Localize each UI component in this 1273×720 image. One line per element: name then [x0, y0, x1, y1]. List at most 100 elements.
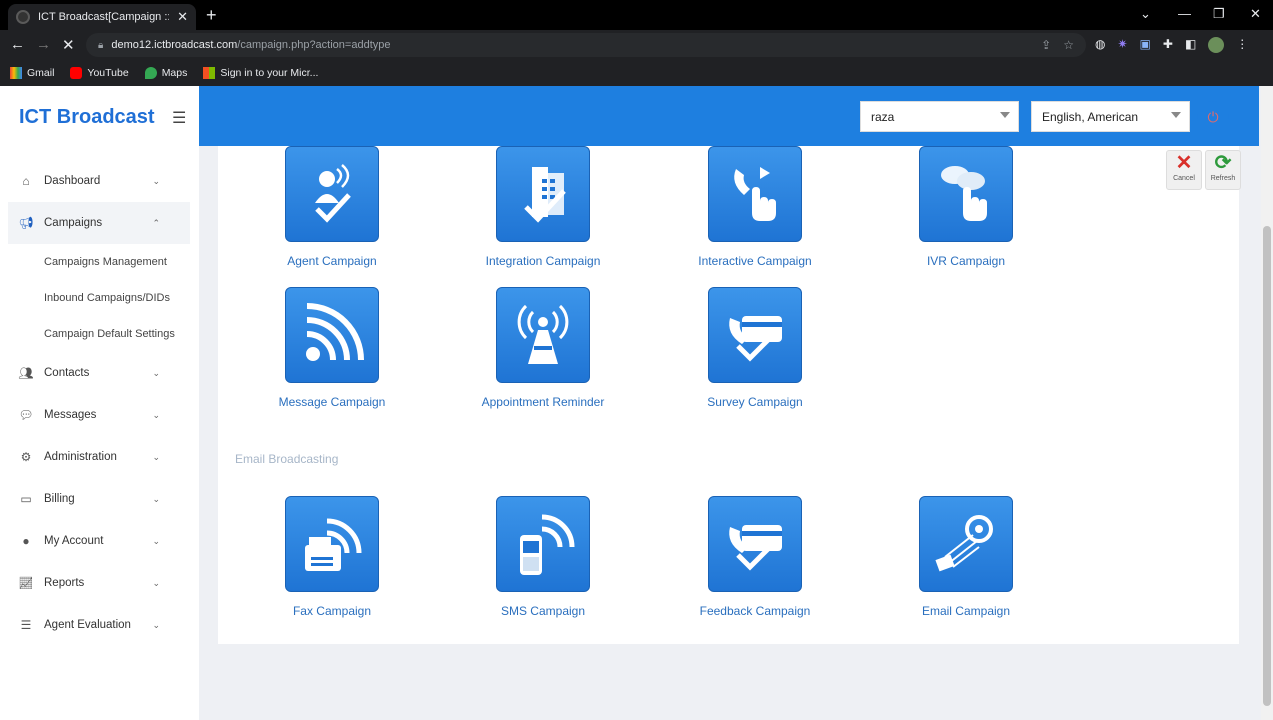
tab-search-icon[interactable]: ⌄ — [1140, 6, 1151, 22]
top-header: raza English, American ⏻ — [199, 86, 1259, 146]
new-tab-button[interactable]: + — [206, 5, 217, 26]
tile-label: Survey Campaign — [707, 395, 803, 409]
tile-label: Fax Campaign — [292, 604, 372, 618]
close-tab-icon[interactable]: ✕ — [177, 9, 188, 25]
hamburger-icon[interactable]: ☰ — [172, 108, 186, 128]
message-campaign-tile[interactable]: Message Campaign — [252, 287, 412, 409]
bookmark-maps[interactable]: Maps — [144, 67, 187, 79]
sidebar-item-contacts[interactable]: 👥︎ Contacts ⌄ — [8, 352, 190, 394]
sidebar-item-my-account[interactable]: ● My Account ⌄ — [8, 520, 190, 562]
window-close-icon[interactable]: ✕ — [1250, 6, 1261, 22]
stop-reload-icon[interactable]: ✕ — [62, 36, 75, 54]
lock-icon: 🔒︎ — [98, 39, 104, 51]
appointment-reminder-tile[interactable]: Appointment Reminder — [463, 287, 623, 409]
feedback-campaign-tile[interactable]: Feedback Campaign — [675, 496, 835, 618]
tile-label: Integration Campaign — [485, 254, 601, 268]
loading-icon — [16, 10, 30, 24]
bookmark-gmail[interactable]: Gmail — [10, 67, 54, 79]
sidepanel-icon[interactable]: ◧ — [1185, 37, 1196, 53]
brand-logo[interactable]: ICT Broadcast — [19, 106, 155, 129]
email-campaign-tile[interactable]: Email Campaign — [886, 496, 1046, 618]
address-bar[interactable]: 🔒︎ demo12.ictbroadcast.com /campaign.php… — [86, 33, 1086, 57]
chat-hand-icon — [919, 146, 1013, 242]
share-icon[interactable]: ⇪ — [1041, 38, 1051, 52]
submenu-inbound-campaigns[interactable]: Inbound Campaigns/DIDs — [8, 280, 190, 316]
globe-icon[interactable]: ◍ — [1095, 37, 1105, 53]
close-icon: ✕ — [1175, 152, 1193, 174]
tile-label: Feedback Campaign — [699, 604, 811, 618]
sidebar-item-agent-evaluation[interactable]: ☰ Agent Evaluation ⌄ — [8, 604, 190, 646]
sidebar-item-dashboard[interactable]: ⌂ Dashboard ⌄ — [8, 160, 190, 202]
comments-icon: 💬︎ — [18, 408, 34, 422]
chevron-down-icon: ⌄ — [152, 451, 160, 462]
youtube-icon — [70, 67, 83, 79]
scrollbar-thumb[interactable] — [1263, 226, 1271, 706]
extension-icon[interactable]: ✷ — [1117, 37, 1127, 53]
chevron-down-icon: ⌄ — [152, 577, 160, 588]
tile-label: SMS Campaign — [500, 604, 586, 618]
refresh-button[interactable]: ⟳ Refresh — [1205, 150, 1241, 190]
agent-check-icon — [285, 146, 379, 242]
sidebar-item-reports[interactable]: 📈︎ Reports ⌄ — [8, 562, 190, 604]
list-icon: ☰ — [20, 618, 32, 632]
caret-down-icon — [1171, 112, 1181, 118]
cancel-button[interactable]: ✕ Cancel — [1166, 150, 1202, 190]
fax-campaign-tile[interactable]: Fax Campaign — [252, 496, 412, 618]
ivr-campaign-tile[interactable]: IVR Campaign — [886, 146, 1046, 268]
tile-label: Appointment Reminder — [481, 395, 605, 409]
sidebar-item-campaigns[interactable]: 📢︎ Campaigns ⌃ — [8, 202, 190, 244]
main-content: raza English, American ⏻ Agent Campaign … — [199, 86, 1261, 720]
sidebar: ICT Broadcast ☰ ⌂ Dashboard ⌄ 📢︎ Campaig… — [0, 86, 199, 720]
chevron-down-icon: ⌄ — [152, 535, 160, 546]
integration-campaign-tile[interactable]: Integration Campaign — [463, 146, 623, 268]
tile-label: Message Campaign — [278, 395, 386, 409]
sidebar-item-administration[interactable]: ⚙ Administration ⌄ — [8, 436, 190, 478]
bookmark-microsoft[interactable]: Sign in to your Micr... — [203, 67, 318, 79]
tab-title: ICT Broadcast[Campaign :: Add] — [38, 11, 169, 23]
chevron-down-icon: ⌄ — [152, 367, 160, 378]
microsoft-icon — [203, 67, 216, 79]
caret-down-icon — [1000, 112, 1010, 118]
chart-icon: 📈︎ — [18, 576, 34, 590]
browser-tab[interactable]: ICT Broadcast[Campaign :: Add] ✕ — [8, 4, 196, 30]
bookmark-star-icon[interactable]: ☆ — [1063, 38, 1074, 52]
language-select[interactable]: English, American — [1031, 101, 1190, 132]
bookmark-youtube[interactable]: YouTube — [70, 67, 129, 79]
wallet-icon: ▭ — [20, 492, 32, 506]
submenu-campaigns-management[interactable]: Campaigns Management — [8, 244, 190, 280]
phone-card-check-icon — [708, 287, 802, 383]
interactive-campaign-tile[interactable]: Interactive Campaign — [675, 146, 835, 268]
sms-campaign-tile[interactable]: SMS Campaign — [463, 496, 623, 618]
campaign-type-card: Agent Campaign Integration Campaign Inte… — [218, 146, 1239, 644]
extension-icons: ◍ ✷ ▣ ✚ ◧ ⋮ — [1095, 37, 1248, 53]
maps-icon — [144, 67, 157, 79]
back-icon[interactable]: ← — [10, 36, 25, 53]
agent-campaign-tile[interactable]: Agent Campaign — [252, 146, 412, 268]
sidebar-item-messages[interactable]: 💬︎ Messages ⌄ — [8, 394, 190, 436]
survey-campaign-tile[interactable]: Survey Campaign — [675, 287, 835, 409]
fax-waves-icon — [285, 496, 379, 592]
broadcast-waves-icon — [285, 287, 379, 383]
minimize-icon[interactable]: — — [1178, 6, 1191, 21]
sidebar-item-billing[interactable]: ▭ Billing ⌄ — [8, 478, 190, 520]
profile-avatar[interactable] — [1208, 37, 1225, 53]
menu-dots-icon[interactable]: ⋮ — [1236, 37, 1248, 53]
restore-icon[interactable]: ❐ — [1213, 6, 1225, 22]
chevron-up-icon: ⌃ — [152, 217, 160, 228]
chevron-down-icon: ⌄ — [152, 175, 160, 186]
puzzle-icon[interactable]: ✚ — [1163, 37, 1173, 53]
page-scrollbar[interactable] — [1261, 86, 1273, 720]
email-at-icon — [919, 496, 1013, 592]
forward-icon[interactable]: → — [36, 36, 51, 53]
chevron-down-icon: ⌄ — [152, 619, 160, 630]
tile-label: Email Campaign — [921, 604, 1011, 618]
screen-icon[interactable]: ▣ — [1140, 37, 1151, 53]
power-icon[interactable]: ⏻ — [1197, 101, 1229, 133]
submenu-campaign-default-settings[interactable]: Campaign Default Settings — [8, 316, 190, 352]
user-select[interactable]: raza — [860, 101, 1019, 132]
tile-label: Interactive Campaign — [698, 254, 812, 268]
user-icon: ● — [22, 534, 30, 548]
home-icon: ⌂ — [22, 174, 30, 188]
fax-machine-check-icon — [496, 146, 590, 242]
chevron-down-icon: ⌄ — [152, 409, 160, 420]
